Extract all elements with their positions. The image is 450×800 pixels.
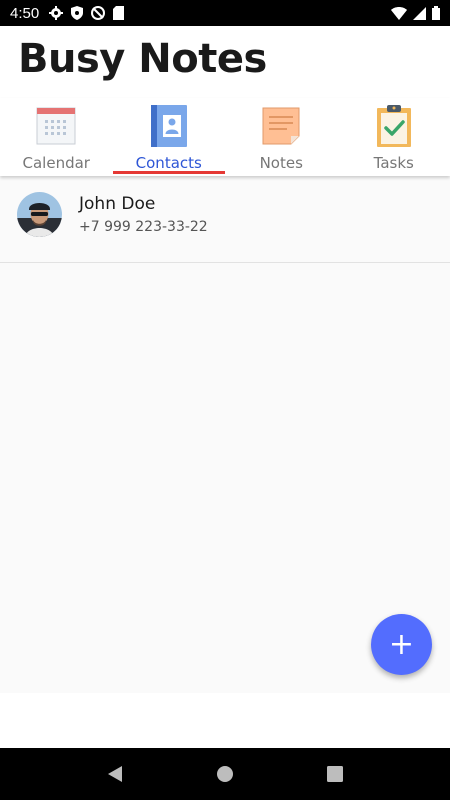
plus-icon: + (388, 626, 415, 662)
contact-name: John Doe (79, 194, 156, 214)
status-time: 4:50 (10, 4, 40, 22)
tab-label: Tasks (373, 154, 414, 172)
wifi-icon (391, 6, 407, 20)
system-nav-bar (0, 748, 450, 800)
note-icon (262, 107, 300, 145)
app-header: Busy Notes (0, 26, 450, 98)
home-icon (217, 766, 233, 782)
tab-calendar[interactable]: Calendar (0, 98, 113, 176)
back-icon (108, 766, 122, 782)
gear-icon (49, 6, 64, 20)
status-bar: 4:50 (0, 0, 450, 26)
tab-label: Calendar (22, 154, 90, 172)
nav-recents-button[interactable] (320, 759, 350, 789)
recents-icon (327, 766, 343, 782)
tab-notes[interactable]: Notes (225, 98, 338, 176)
clipboard-check-icon (376, 105, 411, 147)
contacts-list[interactable]: John Doe +7 999 223-33-22 (0, 176, 450, 693)
signal-icon (413, 6, 426, 20)
calendar-icon (36, 107, 76, 145)
tab-bar: Calendar Contacts Notes Tasks (0, 98, 450, 176)
nav-back-button[interactable] (100, 759, 130, 789)
nav-home-button[interactable] (210, 759, 240, 789)
sd-card-icon (113, 6, 125, 20)
tab-contacts[interactable]: Contacts (112, 98, 225, 176)
battery-icon (432, 6, 440, 20)
add-contact-button[interactable]: + (371, 614, 432, 675)
contacts-book-icon (150, 105, 187, 147)
tab-label: Notes (259, 154, 303, 172)
active-tab-indicator (112, 171, 225, 174)
shield-icon (71, 6, 84, 20)
avatar (17, 192, 62, 237)
bottom-spacer (0, 693, 450, 748)
tab-label: Contacts (135, 154, 202, 172)
no-sync-icon (91, 6, 106, 20)
contact-phone: +7 999 223-33-22 (79, 219, 208, 235)
app-title: Busy Notes (18, 36, 267, 82)
tab-tasks[interactable]: Tasks (338, 98, 450, 176)
list-item[interactable]: John Doe +7 999 223-33-22 (0, 176, 450, 263)
